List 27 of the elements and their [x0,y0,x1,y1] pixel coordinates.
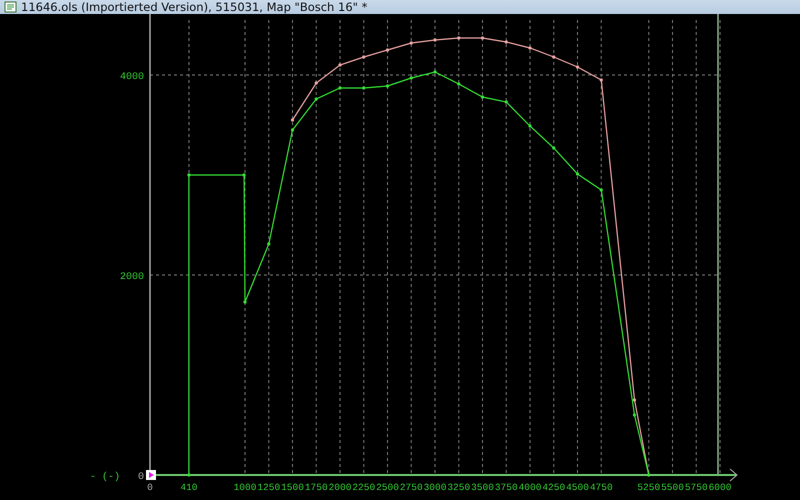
x-tick-label: 1750 [304,482,328,493]
x-tick-label: 3250 [447,482,470,493]
x-tick-label: 5500 [661,482,684,493]
y-tick-label: 2000 [120,272,144,283]
x-tick-label: 2750 [400,482,423,493]
x-tick-label: 2250 [352,482,376,493]
x-tick-label: 6000 [708,482,732,493]
x-tick-label: 4500 [566,482,589,493]
y-tick-label: 4000 [120,72,144,83]
x-tick-label: 5250 [637,482,660,493]
x-tick-label: 4250 [542,482,566,493]
x-tick-label: 0 [147,482,153,493]
x-tick-label: 3750 [494,482,518,493]
x-tick-label: 2000 [328,482,352,493]
y-tick-label: 0 [138,472,144,483]
axis-unit-label: - (-) [90,472,120,483]
x-tick-label: 1000 [234,482,256,493]
x-tick-label: 3500 [471,482,494,493]
x-tick-label: 4750 [590,482,613,493]
x-tick-label: 5750 [684,482,708,493]
x-tick-label: 3000 [424,482,446,493]
x-tick-label: 410 [180,482,198,493]
x-tick-label: 1250 [257,482,280,493]
x-tick-label: 2500 [376,482,399,493]
x-tick-label: 1500 [281,482,304,493]
window-title: 11646.ols (Importierted Version), 515031, Map "Bosch 16" * [21,0,368,14]
x-tick-label: 4000 [518,482,542,493]
